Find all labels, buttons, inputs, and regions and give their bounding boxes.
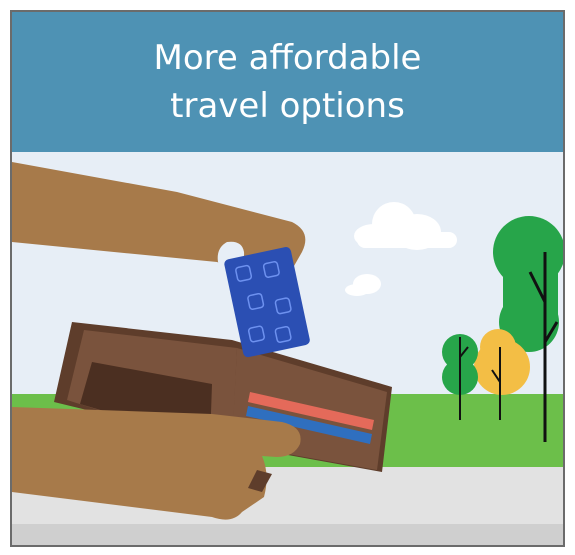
header-banner: More affordable travel options xyxy=(12,12,563,152)
road-curb xyxy=(12,524,563,545)
page-frame: More affordable travel options xyxy=(0,0,575,555)
page-title: More affordable travel options xyxy=(153,38,422,126)
promo-card: More affordable travel options xyxy=(10,10,565,547)
illustration-scene xyxy=(12,152,563,545)
